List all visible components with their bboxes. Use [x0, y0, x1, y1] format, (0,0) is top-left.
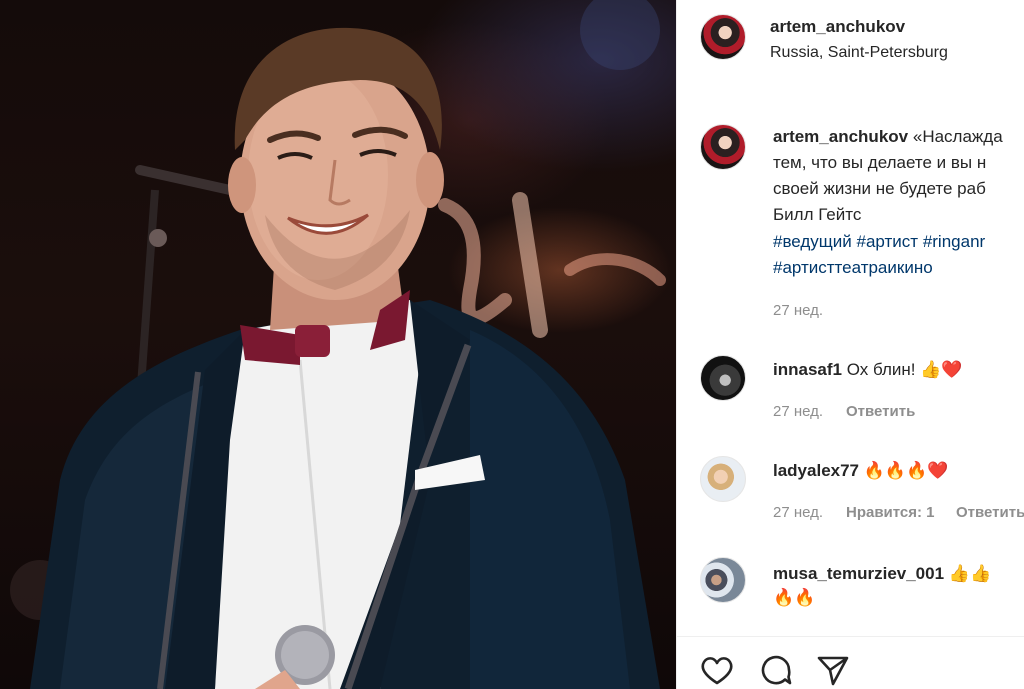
hashtag-link[interactable]: #артисттеатраикино — [773, 258, 933, 277]
comment-emojis: 🔥🔥🔥❤️ — [863, 461, 949, 480]
comment-avatar[interactable] — [700, 456, 746, 502]
comment-username[interactable]: ladyalex77 — [773, 461, 859, 480]
comment-body: innasaf1 Ох блин! 👍❤️ — [773, 357, 963, 383]
hashtag-link[interactable]: #ringanr — [923, 232, 985, 251]
comment-emojis: 👍❤️ — [920, 360, 963, 379]
post-photo-illustration — [10, 0, 666, 689]
comment-time[interactable]: 27 нед. — [773, 504, 823, 521]
comment-username[interactable]: musa_temurziev_001 — [773, 564, 944, 583]
comment-emojis-line-2: 🔥🔥 — [773, 588, 816, 607]
comment-avatar[interactable] — [700, 355, 746, 401]
hashtag-link[interactable]: #ведущий — [773, 232, 852, 251]
caption-line-2: тем, что вы делаете и вы н — [773, 153, 987, 172]
comment-emojis: 👍👍 — [948, 564, 992, 583]
author-avatar[interactable] — [700, 14, 746, 60]
reply-button[interactable]: Ответить — [846, 403, 915, 420]
caption-line-1: artem_anchukov «Наслажда — [773, 124, 1003, 150]
actions-divider — [677, 636, 1024, 637]
author-username[interactable]: artem_anchukov — [770, 14, 905, 40]
caption-hashtags-row-2: #артисттеатраикино — [773, 255, 933, 281]
caption-username[interactable]: artem_anchukov — [773, 127, 908, 146]
heart-icon[interactable] — [699, 652, 735, 688]
comment-likes-count[interactable]: Нравится: 1 — [846, 504, 935, 521]
share-icon[interactable] — [815, 652, 851, 688]
caption-time[interactable]: 27 нед. — [773, 302, 823, 319]
caption-avatar[interactable] — [700, 124, 746, 170]
caption-hashtags-row-1: #ведущий #артист #ringanr — [773, 229, 985, 255]
caption-line-3: своей жизни не будете раб — [773, 179, 986, 198]
panel-divider — [676, 0, 677, 689]
comment-body: musa_temurziev_001 👍👍 — [773, 561, 991, 587]
reply-button[interactable]: Ответить — [956, 504, 1024, 521]
comment-icon[interactable] — [758, 652, 794, 688]
comment-avatar[interactable] — [700, 557, 746, 603]
comment-time[interactable]: 27 нед. — [773, 403, 823, 420]
caption-text-1: «Наслажда — [912, 127, 1003, 146]
comment-body: ladyalex77 🔥🔥🔥❤️ — [773, 458, 948, 484]
post-photo[interactable] — [0, 0, 676, 689]
comment-text: Ох блин! — [846, 360, 916, 379]
comment-username[interactable]: innasaf1 — [773, 360, 842, 379]
post-location[interactable]: Russia, Saint-Petersburg — [770, 40, 948, 66]
hashtag-link[interactable]: #артист — [857, 232, 919, 251]
caption-line-4: Билл Гейтс — [773, 205, 862, 224]
